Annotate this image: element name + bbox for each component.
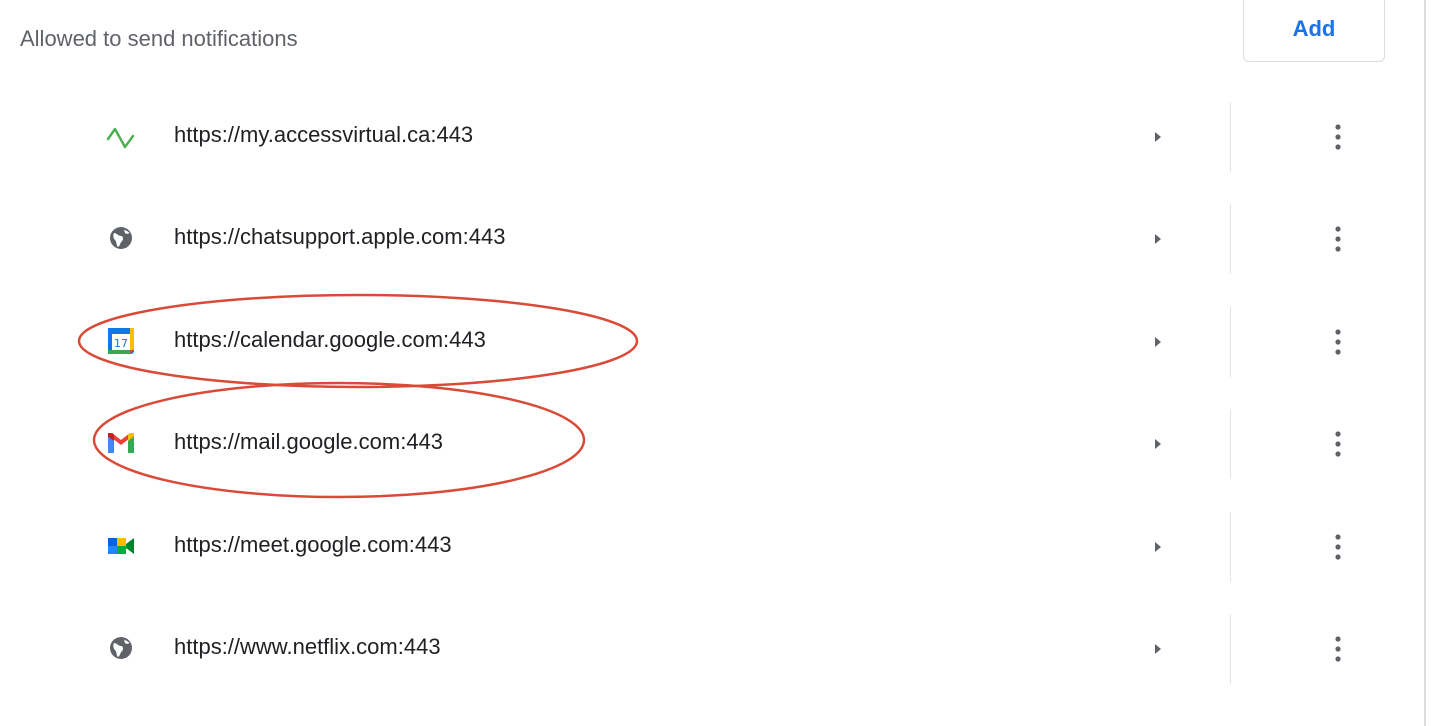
site-url: https://mail.google.com:443	[174, 429, 444, 454]
open-site-details-arrow-icon[interactable]	[1143, 532, 1173, 562]
more-actions-icon[interactable]	[1320, 529, 1356, 565]
google-meet-icon	[104, 529, 138, 563]
site-settings-notifications-page: Allowed to send notifications Add https:…	[0, 0, 1434, 726]
row-separator	[1230, 512, 1231, 582]
more-actions-icon[interactable]	[1320, 324, 1356, 360]
site-row[interactable]: https://chatsupport.apple.com:443	[0, 204, 1424, 274]
row-separator	[1230, 102, 1231, 172]
open-site-details-arrow-icon[interactable]	[1143, 122, 1173, 152]
section-title: Allowed to send notifications	[20, 26, 298, 51]
open-site-details-arrow-icon[interactable]	[1143, 224, 1173, 254]
more-actions-icon[interactable]	[1320, 631, 1356, 667]
site-row[interactable]: 17 https://calendar.google.com:443	[0, 307, 1424, 377]
add-button[interactable]: Add	[1243, 0, 1385, 62]
gmail-icon	[104, 426, 138, 460]
open-site-details-arrow-icon[interactable]	[1143, 327, 1173, 357]
open-site-details-arrow-icon[interactable]	[1143, 634, 1173, 664]
calendar-icon-date: 17	[114, 337, 128, 350]
row-separator	[1230, 307, 1231, 377]
site-url: https://calendar.google.com:443	[174, 327, 486, 352]
more-actions-icon[interactable]	[1320, 221, 1356, 257]
more-actions-icon[interactable]	[1320, 119, 1356, 155]
globe-icon	[104, 631, 138, 665]
site-row[interactable]: https://mail.google.com:443	[0, 409, 1424, 479]
site-row[interactable]: https://my.accessvirtual.ca:443	[0, 102, 1424, 172]
row-separator	[1230, 204, 1231, 274]
site-row[interactable]: https://www.netflix.com:443	[0, 614, 1424, 684]
globe-icon	[104, 221, 138, 255]
site-row[interactable]: https://meet.google.com:443	[0, 512, 1424, 582]
site-url: https://chatsupport.apple.com:443	[174, 224, 506, 249]
open-site-details-arrow-icon[interactable]	[1143, 429, 1173, 459]
row-separator	[1230, 409, 1231, 479]
more-actions-icon[interactable]	[1320, 426, 1356, 462]
site-url: https://my.accessvirtual.ca:443	[174, 122, 474, 147]
scroll-edge-divider	[1424, 0, 1426, 726]
row-separator	[1230, 614, 1231, 684]
site-url: https://www.netflix.com:443	[174, 634, 441, 659]
site-url: https://meet.google.com:443	[174, 532, 452, 557]
accessvirtual-pulse-icon	[104, 119, 138, 153]
google-calendar-icon: 17	[104, 324, 138, 358]
